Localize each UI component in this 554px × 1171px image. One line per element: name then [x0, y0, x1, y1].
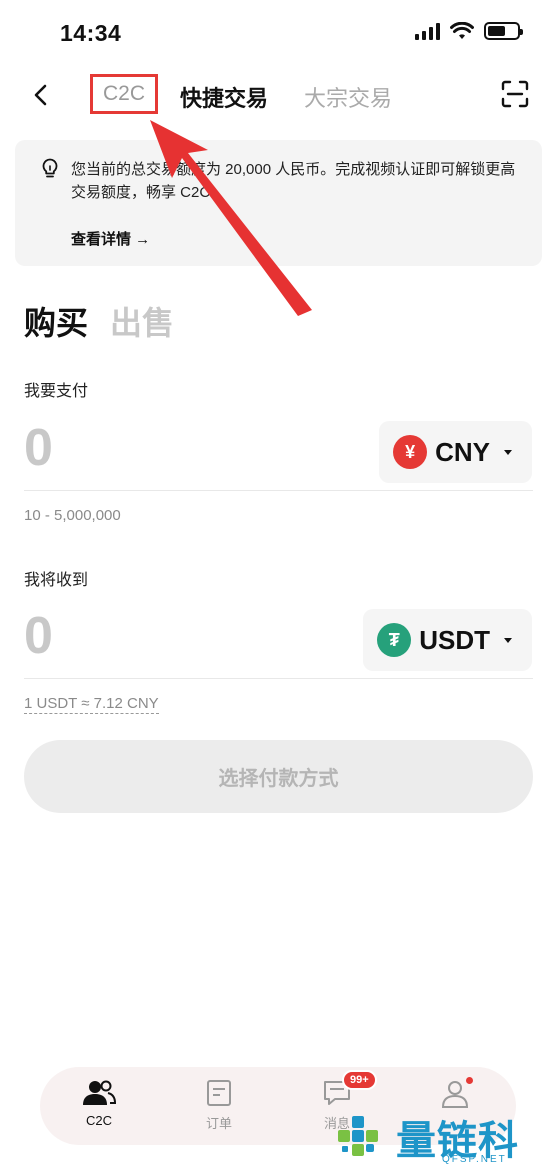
watermark-url: QFSP.NET — [442, 1154, 507, 1165]
bottom-nav-profile[interactable] — [420, 1077, 490, 1109]
status-time: 14:34 — [60, 20, 122, 46]
users-icon — [83, 1080, 116, 1105]
receive-currency-code: USDT — [419, 624, 490, 655]
receive-currency-select[interactable]: ₮ USDT — [363, 609, 532, 671]
view-details-link[interactable]: 查看详情 → — [71, 228, 150, 249]
bottom-nav-label: 订单 — [205, 1116, 232, 1131]
bottom-nav-orders[interactable]: 订单 — [184, 1079, 254, 1132]
tab-c2c[interactable]: C2C — [90, 74, 158, 114]
pay-currency-select[interactable]: ¥ CNY — [379, 421, 532, 483]
scan-icon[interactable] — [500, 79, 530, 109]
message-badge: 99+ — [342, 1070, 377, 1090]
usdt-icon: ₮ — [377, 623, 412, 657]
profile-icon — [441, 1081, 469, 1108]
signal-icon — [415, 22, 440, 40]
watermark: 量链科技 QFSP.NET — [332, 1108, 554, 1168]
pay-label: 我要支付 — [24, 383, 89, 400]
receive-label: 我将收到 — [24, 572, 89, 589]
status-icons — [415, 22, 523, 40]
notice-banner: 您当前的总交易额度为 20,000 人民币。完成视频认证即可解锁更高交易额度，畅… — [15, 140, 542, 266]
pay-range-hint: 10 - 5,000,000 — [24, 507, 121, 524]
tab-quick-trade[interactable]: 快捷交易 — [180, 81, 268, 113]
battery-icon — [484, 22, 523, 40]
divider — [24, 678, 533, 679]
caret-down-icon — [504, 637, 512, 643]
notice-text: 您当前的总交易额度为 20,000 人民币。完成视频认证即可解锁更高交易额度，畅… — [71, 161, 516, 201]
select-payment-button[interactable]: 选择付款方式 — [24, 740, 533, 813]
receive-amount-input[interactable]: 0 — [24, 606, 53, 666]
status-bar: 14:34 — [0, 0, 554, 62]
side-tabs: 购买 出售 — [24, 298, 196, 344]
top-nav: C2C 快捷交易 大宗交易 — [0, 66, 554, 126]
bottom-nav-label: C2C — [85, 1113, 112, 1128]
tab-buy[interactable]: 购买 — [24, 298, 88, 344]
notification-dot — [466, 1077, 473, 1084]
pay-currency-code: CNY — [435, 436, 490, 467]
bottom-nav-c2c[interactable]: C2C — [64, 1079, 134, 1128]
lightbulb-icon — [42, 158, 58, 178]
caret-down-icon — [504, 449, 512, 455]
back-arrow-icon[interactable] — [28, 82, 54, 108]
divider — [24, 490, 533, 491]
pay-amount-input[interactable]: 0 — [24, 418, 53, 478]
cny-icon: ¥ — [393, 435, 428, 469]
rate-hint[interactable]: 1 USDT ≈ 7.12 CNY — [24, 695, 159, 714]
tab-sell[interactable]: 出售 — [110, 298, 174, 344]
watermark-logo-icon — [338, 1116, 378, 1156]
wifi-icon — [450, 22, 474, 39]
rate-text: 1 USDT ≈ 7.12 CNY — [24, 695, 159, 714]
tab-block-trade[interactable]: 大宗交易 — [304, 81, 392, 113]
orders-icon — [207, 1080, 231, 1106]
